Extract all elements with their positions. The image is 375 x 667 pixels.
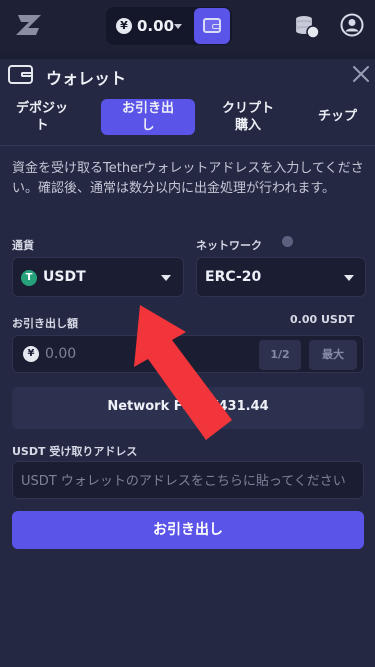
tab-withdraw[interactable]: お引き出 し [101,99,195,135]
network-select[interactable]: ERC-20 [196,257,366,297]
panel-header: ウォレット [0,59,375,93]
available-balance: 0.00 USDT [290,313,355,326]
address-input[interactable] [21,470,361,492]
address-label: USDT 受け取りアドレス [12,445,138,458]
panel-title: ウォレット [46,69,127,88]
yen-coin-icon: ¥ [23,346,39,362]
top-bar: ¥ 0.00 [0,0,375,52]
close-icon[interactable] [352,65,370,83]
currency-label: 通貨 [12,239,34,252]
caret-down-icon [174,24,182,29]
caret-down-icon [344,275,354,281]
wallet-icon [8,65,33,84]
z-logo-icon[interactable] [14,12,44,38]
tab-deposit[interactable]: デポジッ ト [8,99,76,135]
network-fee: Network Fee: ¥431.44 [107,399,269,414]
max-amount-button[interactable]: 最大 [309,340,357,370]
withdraw-description: 資金を受け取るTetherウォレットアドレスを入力してください。確認後、通常は数… [12,161,364,196]
balance-amount: 0.00 [137,17,175,35]
caret-down-icon [161,275,171,281]
wallet-tabs: デポジッ ト お引き出 し クリプト 購入 チップ [0,99,375,139]
coins-stack-icon[interactable] [293,13,321,39]
wallet-button[interactable] [194,8,230,44]
tab-buy-crypto[interactable]: クリプト 購入 [214,99,282,135]
tab-tip[interactable]: チップ [318,99,375,135]
amount-label: お引き出し額 [12,317,78,330]
withdraw-button[interactable]: お引き出し [12,511,364,549]
tabs-divider [0,145,375,146]
wallet-panel: ウォレット デポジッ ト お引き出 し クリプト 購入 チップ 資金を受け取るT… [0,59,375,667]
currency-select[interactable]: T USDT [12,257,184,297]
info-icon[interactable] [282,236,293,247]
network-label: ネットワーク [196,239,262,252]
network-value: ERC-20 [205,269,262,285]
tether-icon: T [21,270,37,286]
amount-input[interactable] [45,343,245,365]
yen-coin-icon: ¥ [116,18,132,34]
amount-field: ¥ 1/2 最大 [12,335,364,373]
user-circle-icon[interactable] [340,13,364,37]
currency-value: USDT [43,269,86,285]
balance-selector[interactable]: ¥ 0.00 [106,7,232,45]
address-field [12,461,364,499]
half-amount-button[interactable]: 1/2 [259,340,301,370]
network-fee-box: Network Fee: ¥431.44 [12,387,364,429]
